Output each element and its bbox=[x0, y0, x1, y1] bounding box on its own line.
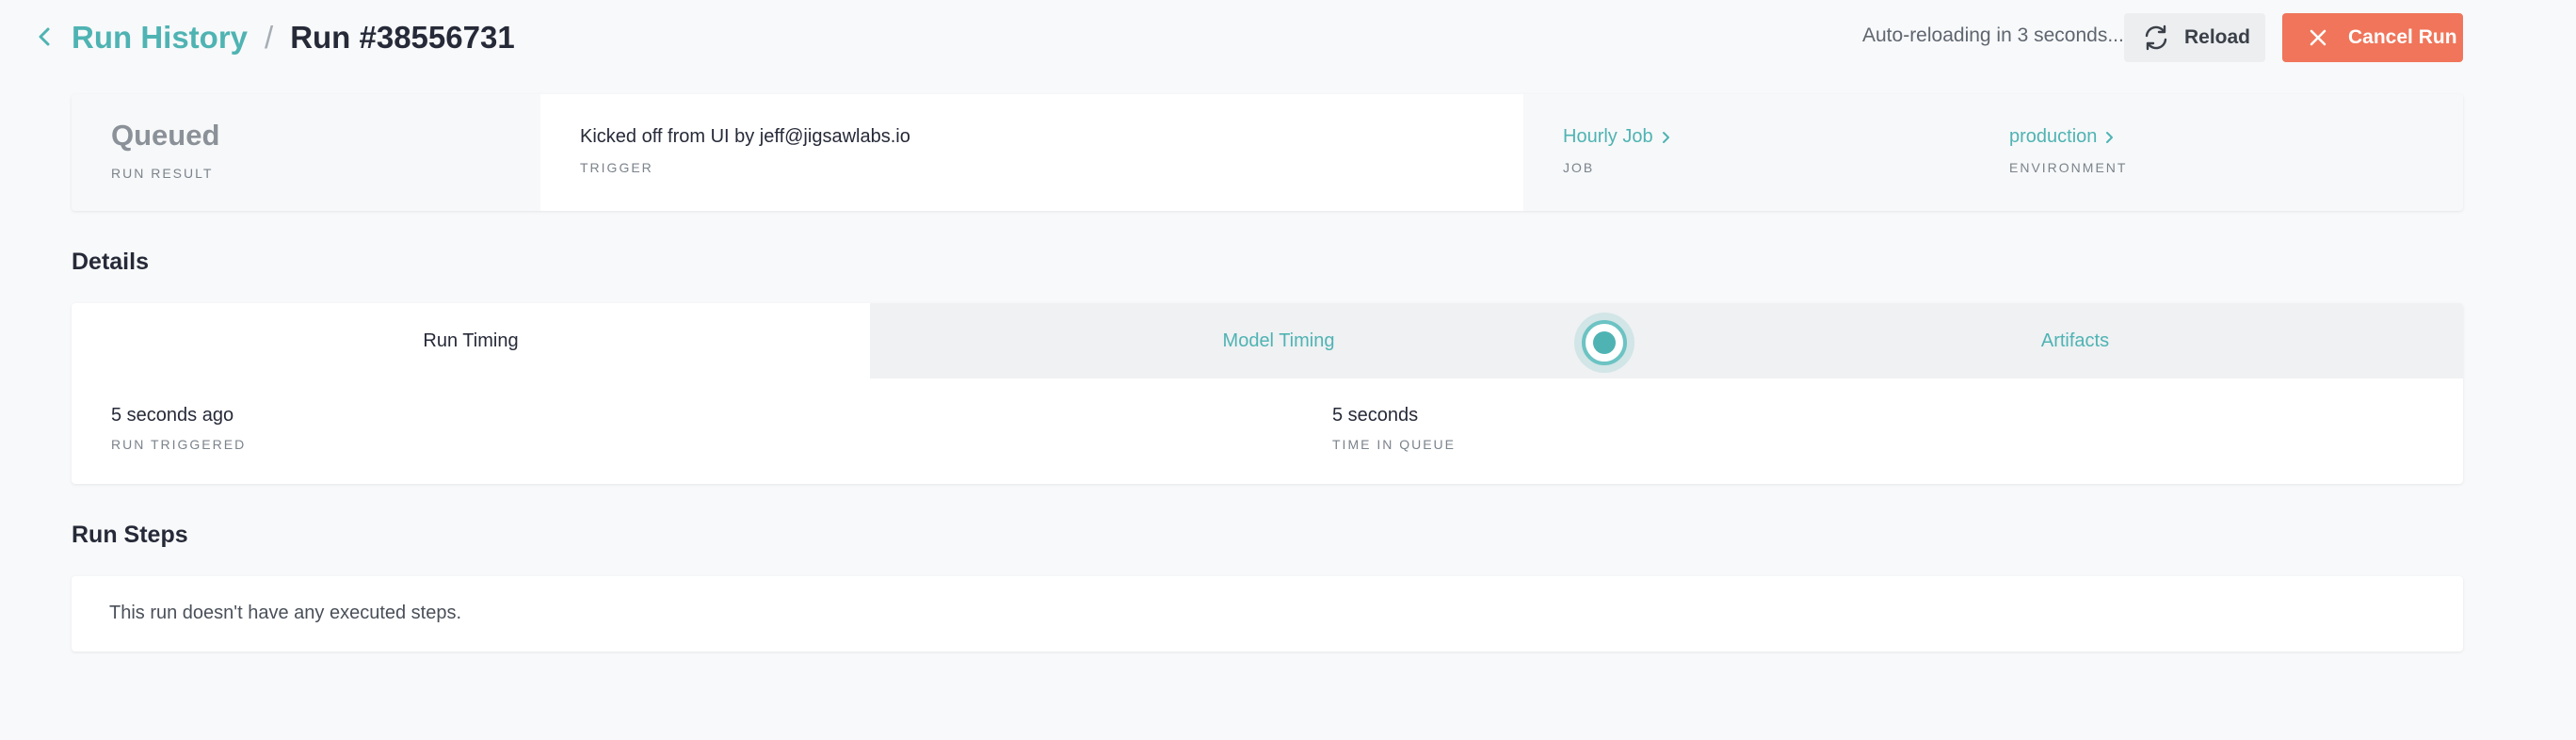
refresh-icon bbox=[2145, 24, 2167, 51]
environment-label: ENVIRONMENT bbox=[2009, 160, 2128, 175]
page-title: Run #38556731 bbox=[290, 20, 515, 55]
job-link[interactable]: Hourly Job bbox=[1563, 126, 1670, 148]
chevron-left-icon[interactable] bbox=[34, 24, 56, 49]
breadcrumb: Run History / Run #38556731 bbox=[72, 17, 515, 58]
environment-cell: production ENVIRONMENT bbox=[1970, 94, 2463, 211]
trigger-value: Kicked off from UI by jeff@jigsawlabs.io bbox=[580, 126, 910, 147]
job-label: JOB bbox=[1563, 160, 1595, 175]
breadcrumb-separator: / bbox=[265, 20, 274, 55]
run-result-cell: Queued RUN RESULT bbox=[72, 94, 540, 211]
run-steps-empty-message: This run doesn't have any executed steps… bbox=[109, 603, 462, 623]
click-indicator-ring bbox=[1582, 320, 1627, 365]
trigger-cell: Kicked off from UI by jeff@jigsawlabs.io… bbox=[540, 94, 1523, 211]
cancel-run-button[interactable]: Cancel Run bbox=[2282, 13, 2463, 62]
tab-model-timing[interactable]: Model Timing bbox=[870, 303, 1687, 378]
run-steps-heading: Run Steps bbox=[72, 522, 188, 548]
run-triggered-value: 5 seconds ago bbox=[111, 405, 234, 426]
click-indicator-dot bbox=[1593, 331, 1616, 354]
run-result-label: RUN RESULT bbox=[111, 166, 214, 181]
run-result-value: Queued bbox=[111, 119, 220, 152]
job-link-text: Hourly Job bbox=[1563, 126, 1653, 147]
close-icon bbox=[2310, 29, 2326, 46]
tab-run-timing[interactable]: Run Timing bbox=[72, 303, 870, 378]
click-indicator-icon bbox=[1574, 313, 1634, 373]
auto-reload-status: Auto-reloading in 3 seconds... bbox=[1862, 24, 2124, 46]
job-cell: Hourly Job JOB bbox=[1523, 94, 1970, 211]
environment-link-text: production bbox=[2009, 126, 2098, 147]
reload-button-label: Reload bbox=[2184, 26, 2251, 48]
reload-button[interactable]: Reload bbox=[2124, 13, 2265, 62]
cancel-run-button-label: Cancel Run bbox=[2348, 26, 2457, 48]
run-steps-card: This run doesn't have any executed steps… bbox=[72, 576, 2463, 652]
tab-artifacts[interactable]: Artifacts bbox=[1687, 303, 2463, 378]
breadcrumb-run-history-link[interactable]: Run History bbox=[72, 20, 248, 56]
run-summary-card: Queued RUN RESULT Kicked off from UI by … bbox=[72, 94, 2463, 211]
details-heading: Details bbox=[72, 249, 149, 275]
time-in-queue-label: TIME IN QUEUE bbox=[1332, 437, 1457, 452]
chevron-right-icon bbox=[1662, 131, 1669, 143]
environment-link[interactable]: production bbox=[2009, 126, 2114, 148]
run-detail-page: Run History / Run #38556731 Auto-reloadi… bbox=[0, 0, 2576, 740]
trigger-label: TRIGGER bbox=[580, 160, 653, 175]
details-tabs: Run Timing Model Timing Artifacts bbox=[72, 303, 2463, 378]
details-card: Run Timing Model Timing Artifacts 5 seco… bbox=[72, 303, 2463, 484]
run-triggered-label: RUN TRIGGERED bbox=[111, 437, 247, 452]
time-in-queue-value: 5 seconds bbox=[1332, 405, 1419, 426]
page-header: Run History / Run #38556731 Auto-reloadi… bbox=[0, 0, 2576, 75]
chevron-right-icon bbox=[2106, 131, 2114, 143]
